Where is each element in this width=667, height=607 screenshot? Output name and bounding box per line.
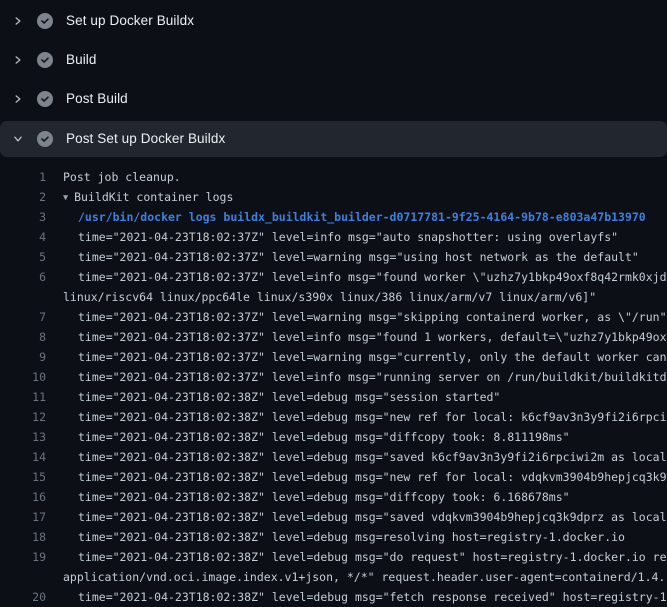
log-group-header[interactable]: 2 ▼ BuildKit container logs — [0, 187, 667, 207]
steps-list: Set up Docker Buildx Build — [0, 0, 667, 607]
step-label: Post Build — [66, 92, 128, 106]
log-line: 17 time="2021-04-23T18:02:38Z" level=deb… — [0, 507, 667, 527]
log-line-number[interactable]: 13 — [0, 427, 46, 447]
log-line-text: ▼ BuildKit container logs — [63, 187, 233, 207]
log-line-text: time="2021-04-23T18:02:37Z" level=info m… — [78, 227, 618, 247]
log-line-text: time="2021-04-23T18:02:38Z" level=debug … — [78, 387, 500, 407]
log-line: application/vnd.oci.image.index.v1+json,… — [0, 567, 667, 587]
log-line: linux/riscv64 linux/ppc64le linux/s390x … — [0, 287, 667, 307]
step-header-post-set-up-docker-buildx[interactable]: Post Set up Docker Buildx — [0, 121, 667, 157]
chevron-down-icon — [13, 134, 23, 144]
step-header-set-up-docker-buildx[interactable]: Set up Docker Buildx — [0, 1, 667, 40]
check-circle-icon — [37, 131, 53, 147]
log-line-number[interactable]: 3 — [0, 207, 46, 227]
log-line: 20 time="2021-04-23T18:02:38Z" level=deb… — [0, 587, 667, 607]
log-line-number[interactable]: 12 — [0, 407, 46, 427]
log-line-number[interactable]: 5 — [0, 247, 46, 267]
log-line-text: time="2021-04-23T18:02:38Z" level=debug … — [78, 467, 667, 487]
log-line-number[interactable]: 9 — [0, 347, 46, 367]
log-line-number[interactable]: 20 — [0, 587, 46, 607]
log-line: 14 time="2021-04-23T18:02:38Z" level=deb… — [0, 447, 667, 467]
step-label: Build — [66, 53, 97, 67]
log-line-text: time="2021-04-23T18:02:38Z" level=debug … — [78, 587, 667, 607]
step-label: Post Set up Docker Buildx — [66, 132, 225, 146]
log-line-number[interactable]: 4 — [0, 227, 46, 247]
log-line-text: time="2021-04-23T18:02:38Z" level=debug … — [78, 547, 667, 567]
log-line: 1 Post job cleanup. — [0, 167, 667, 187]
log-line: 19 time="2021-04-23T18:02:38Z" level=deb… — [0, 547, 667, 567]
log-line-number — [0, 287, 46, 307]
log-line-text: time="2021-04-23T18:02:37Z" level=info m… — [78, 367, 667, 387]
log-line-number[interactable]: 19 — [0, 547, 46, 567]
step-label: Set up Docker Buildx — [66, 14, 194, 28]
log-line-text: time="2021-04-23T18:02:38Z" level=debug … — [78, 407, 667, 427]
group-title: BuildKit container logs — [74, 190, 233, 204]
check-circle-icon — [37, 52, 53, 68]
log-line-number — [0, 567, 46, 587]
log-line-text: time="2021-04-23T18:02:37Z" level=warnin… — [78, 247, 639, 267]
log-line-text: time="2021-04-23T18:02:38Z" level=debug … — [78, 487, 570, 507]
log-line: 3 /usr/bin/docker logs buildx_buildkit_b… — [0, 207, 667, 227]
step-header-post-build[interactable]: Post Build — [0, 79, 667, 118]
check-circle-icon — [37, 13, 53, 29]
log-line-text: time="2021-04-23T18:02:38Z" level=debug … — [78, 527, 625, 547]
log-line-number[interactable]: 8 — [0, 327, 46, 347]
log-line-text: time="2021-04-23T18:02:38Z" level=debug … — [78, 427, 570, 447]
log-line: 15 time="2021-04-23T18:02:38Z" level=deb… — [0, 467, 667, 487]
log-line: 4 time="2021-04-23T18:02:37Z" level=info… — [0, 227, 667, 247]
log-line: 18 time="2021-04-23T18:02:38Z" level=deb… — [0, 527, 667, 547]
log-line-number[interactable]: 16 — [0, 487, 46, 507]
chevron-right-icon — [13, 94, 23, 104]
log-line-number[interactable]: 10 — [0, 367, 46, 387]
log-line-text: time="2021-04-23T18:02:37Z" level=warnin… — [78, 347, 667, 367]
log-line: 13 time="2021-04-23T18:02:38Z" level=deb… — [0, 427, 667, 447]
log-line-text: time="2021-04-23T18:02:38Z" level=debug … — [78, 507, 667, 527]
log-line: 6 time="2021-04-23T18:02:37Z" level=info… — [0, 267, 667, 287]
log-line: 5 time="2021-04-23T18:02:37Z" level=warn… — [0, 247, 667, 267]
log-line-number[interactable]: 7 — [0, 307, 46, 327]
chevron-right-icon — [13, 55, 23, 65]
log-line: 10 time="2021-04-23T18:02:37Z" level=inf… — [0, 367, 667, 387]
log-line-number[interactable]: 6 — [0, 267, 46, 287]
log-line: 11 time="2021-04-23T18:02:38Z" level=deb… — [0, 387, 667, 407]
log-viewer[interactable]: 1 Post job cleanup. 2 ▼ BuildKit containe… — [0, 157, 667, 607]
step-header-build[interactable]: Build — [0, 40, 667, 79]
log-line-number[interactable]: 11 — [0, 387, 46, 407]
log-line-number[interactable]: 18 — [0, 527, 46, 547]
log-line-text: time="2021-04-23T18:02:38Z" level=debug … — [78, 447, 667, 467]
chevron-right-icon — [13, 16, 23, 26]
log-command-text: /usr/bin/docker logs buildx_buildkit_bui… — [78, 207, 646, 227]
log-line: 7 time="2021-04-23T18:02:37Z" level=warn… — [0, 307, 667, 327]
log-line-number[interactable]: 1 — [0, 167, 46, 187]
group-toggle-icon[interactable]: ▼ — [63, 188, 68, 208]
log-line-number[interactable]: 2 — [0, 187, 46, 207]
log-line: 9 time="2021-04-23T18:02:37Z" level=warn… — [0, 347, 667, 367]
log-line: 12 time="2021-04-23T18:02:38Z" level=deb… — [0, 407, 667, 427]
log-line-text: time="2021-04-23T18:02:37Z" level=info m… — [78, 327, 667, 347]
log-line-number[interactable]: 15 — [0, 467, 46, 487]
log-line-number[interactable]: 17 — [0, 507, 46, 527]
log-line: 16 time="2021-04-23T18:02:38Z" level=deb… — [0, 487, 667, 507]
log-line-text: Post job cleanup. — [63, 167, 181, 187]
check-circle-icon — [37, 91, 53, 107]
log-line-number[interactable]: 14 — [0, 447, 46, 467]
log-line: 8 time="2021-04-23T18:02:37Z" level=info… — [0, 327, 667, 347]
log-line-text: time="2021-04-23T18:02:37Z" level=warnin… — [78, 307, 667, 327]
log-line-text: time="2021-04-23T18:02:37Z" level=info m… — [78, 267, 667, 287]
log-line-text: linux/riscv64 linux/ppc64le linux/s390x … — [63, 287, 596, 307]
log-line-text: application/vnd.oci.image.index.v1+json,… — [63, 567, 665, 587]
